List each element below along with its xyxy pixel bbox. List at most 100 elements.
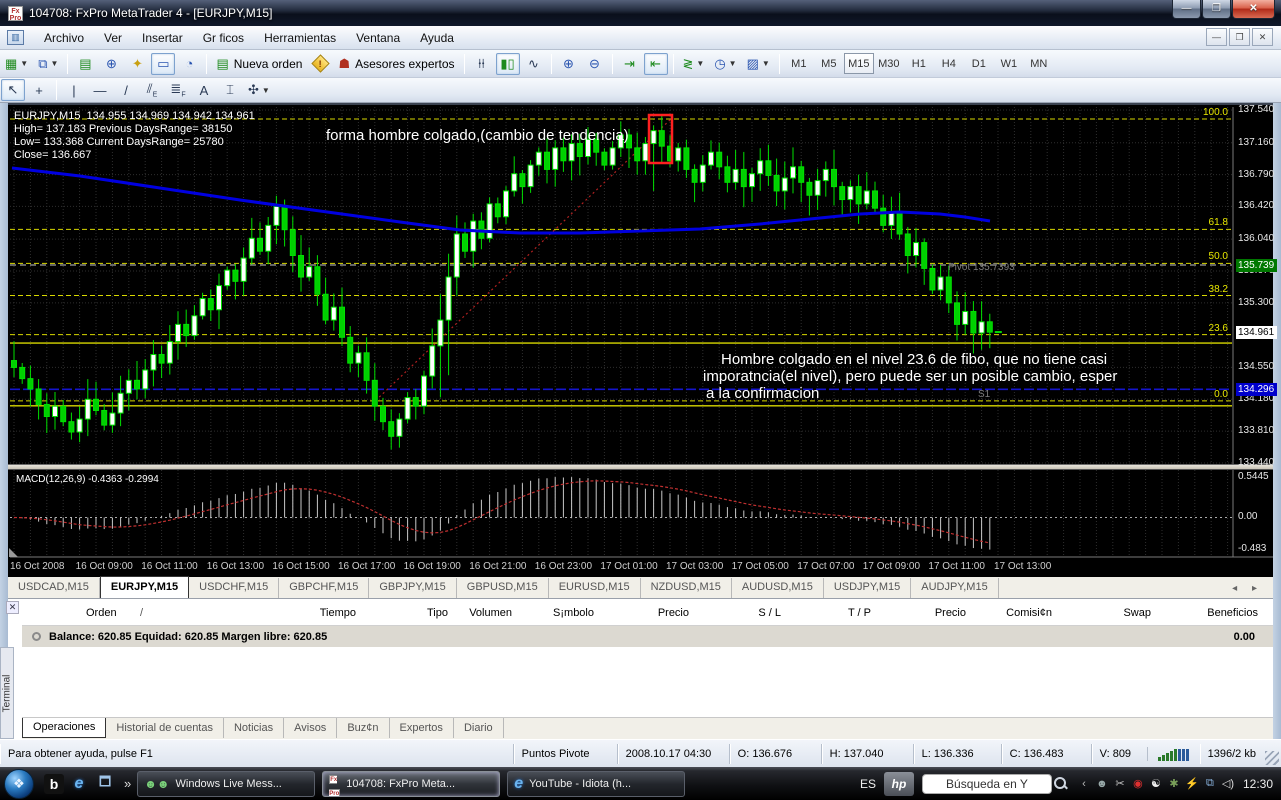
tray-panda-icon[interactable]: ☯	[1149, 777, 1163, 790]
strategy-tester-button[interactable]: ◔	[177, 53, 201, 75]
child-close-button[interactable]: ✕	[1252, 28, 1273, 46]
start-button[interactable]: ❖	[4, 769, 34, 799]
search-icon[interactable]	[1054, 777, 1067, 790]
column-header-swap[interactable]: Swap	[1123, 607, 1151, 619]
column-header-tiempo[interactable]: Tiempo	[320, 607, 356, 619]
navigator-button[interactable]: ✦	[125, 53, 149, 75]
close-button[interactable]: ✕	[1232, 0, 1275, 19]
trendline-tool-button[interactable]: /	[114, 79, 138, 101]
resize-grip[interactable]	[1265, 751, 1279, 765]
symbol-tab-eurusd[interactable]: EURUSD,M15	[549, 578, 641, 598]
tray-antivirus-icon[interactable]: ◉	[1131, 777, 1145, 790]
column-header-precio[interactable]: Precio	[658, 607, 689, 619]
fibonacci-tool-button[interactable]: ≣F	[166, 79, 190, 101]
equidistant-channel-tool-button[interactable]: ⫽E	[140, 79, 164, 101]
symbol-tab-gbpjpy[interactable]: GBPJPY,M15	[369, 578, 456, 598]
candlestick-chart-button[interactable]: ▮▯	[496, 53, 520, 75]
terminal-tab-noticias[interactable]: Noticias	[224, 718, 284, 738]
panel-resize-grip[interactable]	[9, 548, 18, 557]
chart-plot-area[interactable]	[10, 107, 1232, 557]
tray-power-icon[interactable]: ⚡	[1185, 777, 1199, 790]
zoom-out-button[interactable]: ⊖	[583, 53, 607, 75]
chart-shift-button[interactable]: ⇤	[644, 53, 668, 75]
tab-scroll-arrows[interactable]: ◂ ▸	[1232, 583, 1263, 594]
vertical-line-tool-button[interactable]: |	[62, 79, 86, 101]
timeframe-m5[interactable]: M5	[814, 53, 844, 74]
metaeditor-alert-button[interactable]: !	[308, 53, 332, 75]
child-window-icon[interactable]: ▥	[7, 30, 24, 45]
column-header-orden[interactable]: Orden	[86, 607, 117, 619]
symbol-tab-usdjpy[interactable]: USDJPY,M15	[824, 578, 911, 598]
taskbar-clock[interactable]: 12:30	[1243, 777, 1273, 791]
menu-item-grficos[interactable]: Gr ficos	[193, 28, 254, 48]
symbol-tab-gbpusd[interactable]: GBPUSD,M15	[457, 578, 549, 598]
timeframe-m15[interactable]: M15	[844, 53, 874, 74]
terminal-close-button[interactable]: ✕	[6, 601, 19, 614]
child-restore-button[interactable]: ❐	[1229, 28, 1250, 46]
timeframe-h4[interactable]: H4	[934, 53, 964, 74]
timeframe-m30[interactable]: M30	[874, 53, 904, 74]
menu-item-herramientas[interactable]: Herramientas	[254, 28, 346, 48]
cursor-tool-button[interactable]: ↖	[1, 79, 25, 101]
column-header-tp[interactable]: T / P	[848, 607, 871, 619]
tray-cut-icon[interactable]: ✂	[1113, 777, 1127, 790]
bar-chart-button[interactable]: ⍿⍿	[470, 53, 494, 75]
timeframe-w1[interactable]: W1	[994, 53, 1024, 74]
child-minimize-button[interactable]: —	[1206, 28, 1227, 46]
tray-volume-icon[interactable]: ◁)	[1221, 777, 1235, 790]
column-header-tipo[interactable]: Tipo	[427, 607, 448, 619]
column-header-beneficios[interactable]: Beneficios	[1207, 607, 1258, 619]
menu-item-ver[interactable]: Ver	[94, 28, 132, 48]
search-box[interactable]: Búsqueda en Y	[922, 774, 1052, 794]
terminal-tab-historial-de-cuentas[interactable]: Historial de cuentas	[106, 718, 224, 738]
quick-launch-ie-icon[interactable]: e	[68, 773, 90, 795]
task-button-fxpro[interactable]: FxPro104708: FxPro Meta...	[322, 771, 500, 797]
language-indicator[interactable]: ES	[860, 777, 876, 791]
horizontal-line-tool-button[interactable]: —	[88, 79, 112, 101]
templates-button[interactable]: ▨▼	[743, 53, 774, 75]
column-header-sl[interactable]: S / L	[758, 607, 781, 619]
text-tool-button[interactable]: A	[192, 79, 216, 101]
symbol-tab-audjpy[interactable]: AUDJPY,M15	[911, 578, 998, 598]
data-window-button[interactable]: ⊕	[99, 53, 123, 75]
terminal-tab-expertos[interactable]: Expertos	[390, 718, 454, 738]
new-chart-button[interactable]: ▦▼	[1, 53, 32, 75]
menu-item-archivo[interactable]: Archivo	[34, 28, 94, 48]
column-header-comisin[interactable]: Comisi¢n	[1006, 607, 1052, 619]
tray-chevron-icon[interactable]: ‹	[1077, 778, 1091, 790]
timeframe-d1[interactable]: D1	[964, 53, 994, 74]
terminal-button[interactable]: ▭	[151, 53, 175, 75]
task-button-ie[interactable]: eYouTube - Idiota (h...	[507, 771, 685, 797]
terminal-tab-diario[interactable]: Diario	[454, 718, 504, 738]
menu-item-ventana[interactable]: Ventana	[346, 28, 410, 48]
timeframe-m1[interactable]: M1	[784, 53, 814, 74]
zoom-in-button[interactable]: ⊕	[557, 53, 581, 75]
tray-user-icon[interactable]: ☻	[1095, 778, 1109, 790]
column-header-smbolo[interactable]: S¡mbolo	[553, 607, 594, 619]
expert-advisors-button[interactable]: ☗Asesores expertos	[334, 53, 458, 75]
timeframe-mn[interactable]: MN	[1024, 53, 1054, 74]
quick-launch-b-icon[interactable]: b	[44, 774, 64, 794]
menu-item-insertar[interactable]: Insertar	[132, 28, 193, 48]
line-chart-button[interactable]: ∿	[522, 53, 546, 75]
symbol-tab-audusd[interactable]: AUDUSD,M15	[732, 578, 824, 598]
hp-logo[interactable]: hp	[884, 772, 914, 796]
auto-scroll-button[interactable]: ⇥	[618, 53, 642, 75]
column-header-precio[interactable]: Precio	[935, 607, 966, 619]
terminal-tab-buz-n[interactable]: Buz¢n	[337, 718, 389, 738]
minimize-button[interactable]: —	[1172, 0, 1201, 19]
symbol-tab-gbpchf[interactable]: GBPCHF,M15	[279, 578, 369, 598]
price-scale[interactable]: 137.540137.160136.790136.420136.040135.6…	[1236, 103, 1273, 577]
symbol-tab-usdcad[interactable]: USDCAD,M15	[8, 578, 100, 598]
arrows-tool-button[interactable]: ✣▼	[244, 79, 274, 101]
symbol-tab-usdchf[interactable]: USDCHF,M15	[189, 578, 279, 598]
market-watch-button[interactable]: ▤	[73, 53, 97, 75]
terminal-tab-avisos[interactable]: Avisos	[284, 718, 337, 738]
text-label-tool-button[interactable]: ⌶	[218, 79, 242, 101]
menu-item-ayuda[interactable]: Ayuda	[410, 28, 464, 48]
periods-button[interactable]: ◷▼	[710, 53, 740, 75]
task-button-messenger[interactable]: ☻☻Windows Live Mess...	[137, 771, 315, 797]
quick-launch-show-desktop-icon[interactable]: 🗖	[94, 773, 116, 795]
restore-button[interactable]: ❐	[1202, 0, 1231, 19]
tray-wireless-off-icon[interactable]: ✱	[1167, 777, 1181, 790]
